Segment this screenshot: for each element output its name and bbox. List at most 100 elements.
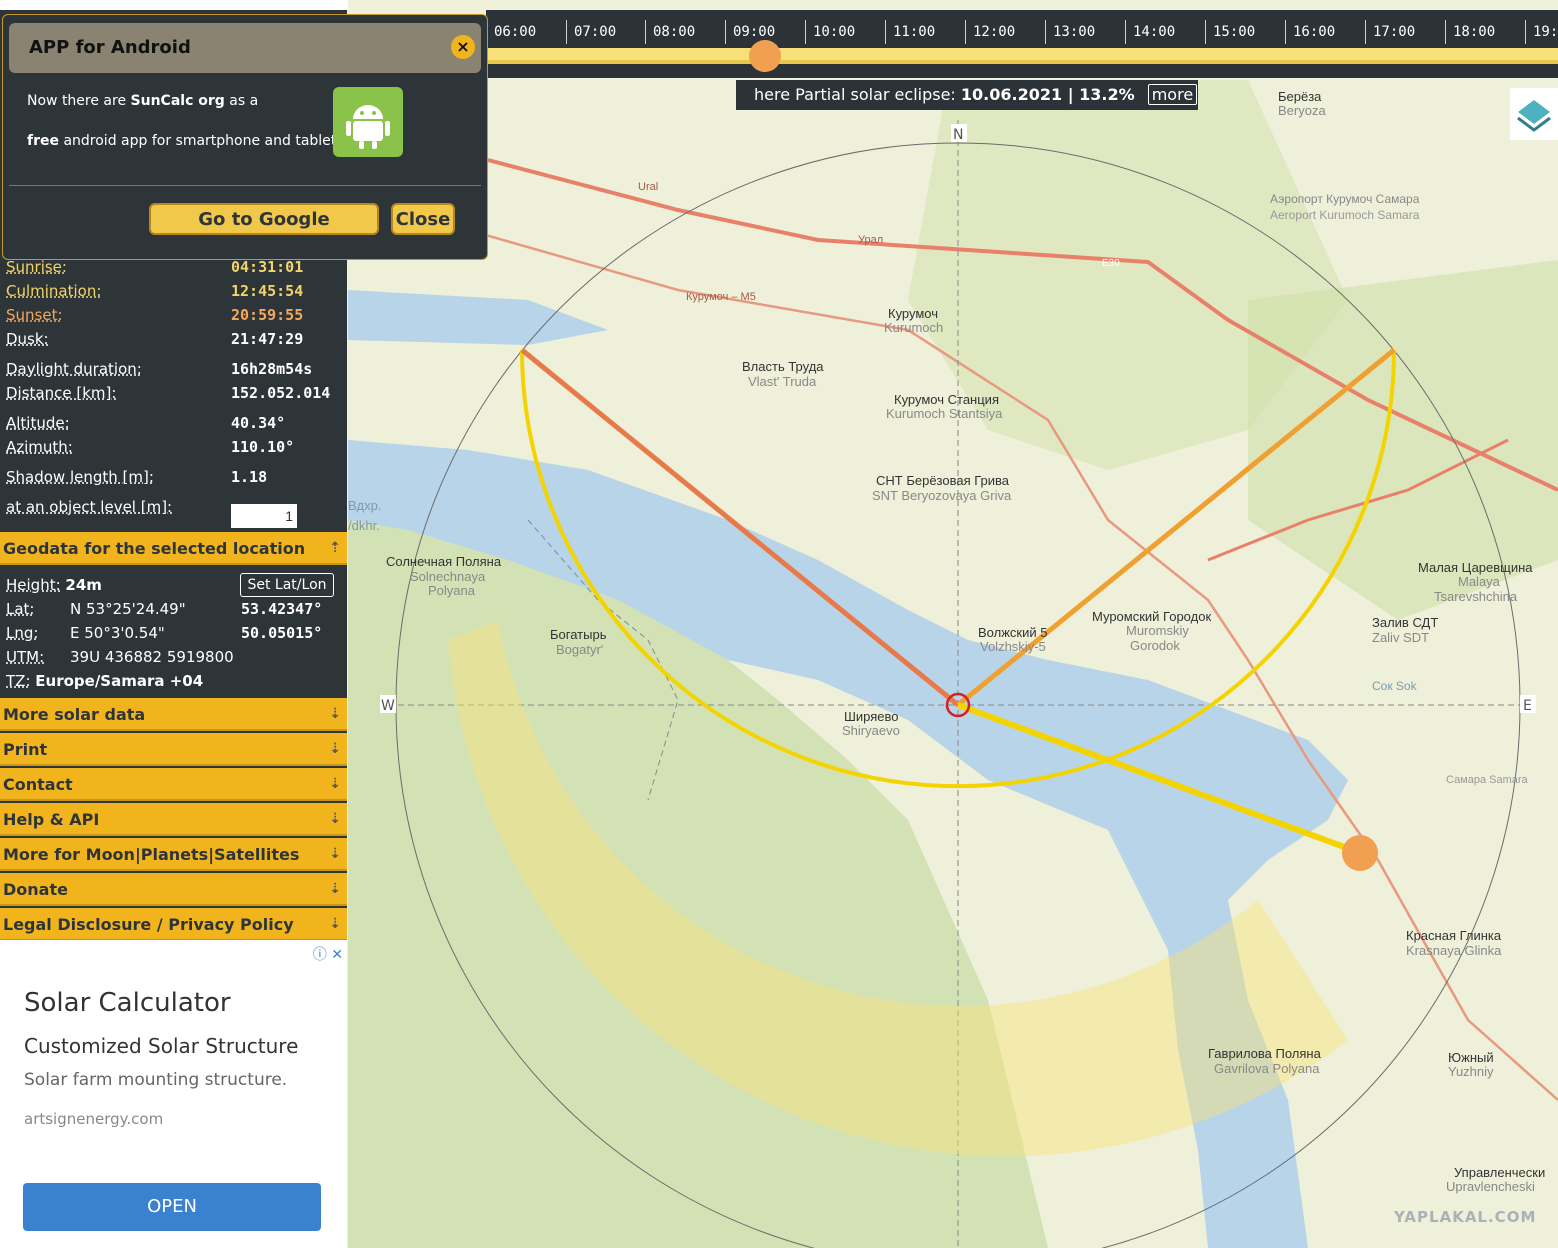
hour-label: 12:00 <box>965 20 1015 44</box>
label-m5: Курумоч – M5 <box>686 291 756 303</box>
label-gavr-ru: Гаврилова Поляна <box>1208 1046 1322 1061</box>
label-uprav-ru: Управленчески <box>1454 1165 1545 1180</box>
eclipse-prefix: here Partial solar eclipse: <box>754 85 956 104</box>
label-sol-ru: Солнечная Поляна <box>386 554 502 569</box>
shadow-value: 1.18 <box>231 468 268 486</box>
ad-info-close-icon[interactable]: ⓘ ✕ <box>313 944 343 964</box>
object-level-input[interactable] <box>231 504 297 528</box>
ad-title[interactable]: Solar Calculator <box>24 988 231 1018</box>
chevron-down-icon: ⇣ <box>329 846 341 862</box>
section-label: Contact <box>3 775 73 794</box>
hour-label: 19: <box>1525 20 1558 44</box>
hour-label: 18:00 <box>1445 20 1495 44</box>
compass-n: N <box>953 127 963 143</box>
azimuth-value: 110.10° <box>231 438 295 456</box>
label-shir-ru: Ширяево <box>844 709 899 724</box>
culmination-label[interactable]: Culmination: <box>6 282 101 300</box>
close-icon[interactable]: × <box>451 35 475 59</box>
sunset-label[interactable]: Sunset: <box>6 306 63 324</box>
distance-label[interactable]: Distance [km]: <box>6 384 116 402</box>
label-e30: E30 <box>1102 258 1120 269</box>
label-volzh-en: Volzhskiy-5 <box>980 639 1046 654</box>
label-volzh-ru: Волжский 5 <box>978 625 1047 640</box>
label-murom-en2: Gorodok <box>1130 638 1180 653</box>
set-latlon-button[interactable]: Set Lat/Lon <box>240 573 334 597</box>
label-krasn-en: Krasnaya Glinka <box>1406 943 1502 958</box>
lng-decimal: 50.05015° <box>241 624 323 642</box>
lat-label[interactable]: Lat: <box>6 600 34 618</box>
daylight-label[interactable]: Daylight duration: <box>6 360 142 378</box>
time-slider[interactable]: 06:00 07:00 08:00 09:00 10:00 11:00 12:0… <box>486 10 1558 78</box>
label-kstan-en: Kurumoch Stantsiya <box>886 406 1003 421</box>
shadow-label[interactable]: Shadow length [m]: <box>6 468 154 486</box>
object-level-label[interactable]: at an object level [m]: <box>6 498 172 516</box>
section-more-solar-data[interactable]: More solar data ⇣ <box>0 698 347 731</box>
time-slider-handle[interactable] <box>749 40 781 72</box>
height-label[interactable]: Height: <box>6 576 61 594</box>
eclipse-more-link[interactable]: more <box>1147 84 1198 105</box>
hour-label: 10:00 <box>805 20 855 44</box>
dusk-label[interactable]: Dusk: <box>6 330 49 348</box>
popup-close-button[interactable]: Close <box>391 203 455 235</box>
ad-subtitle[interactable]: Customized Solar Structure <box>24 1034 298 1058</box>
hour-label: 17:00 <box>1365 20 1415 44</box>
ad-open-button[interactable]: OPEN <box>23 1183 321 1231</box>
compass-w: W <box>381 698 395 714</box>
map-svg[interactable]: N W E Берёза Beryoza Аэропорт Курумоч Са… <box>348 0 1558 1248</box>
geodata-title: Geodata for the selected location <box>3 539 306 558</box>
sunrise-label[interactable]: Sunrise: <box>6 258 67 276</box>
label-murom-en: Muromskiy <box>1126 623 1189 638</box>
section-contact[interactable]: Contact ⇣ <box>0 768 347 801</box>
time-track-shade <box>486 60 1558 64</box>
altitude-label[interactable]: Altitude: <box>6 414 70 432</box>
section-print[interactable]: Print ⇣ <box>0 733 347 766</box>
section-moon-planets[interactable]: More for Moon|Planets|Satellites ⇣ <box>0 838 347 871</box>
layers-icon <box>1517 100 1551 132</box>
section-legal[interactable]: Legal Disclosure / Privacy Policy ⇣ <box>0 908 347 941</box>
section-donate[interactable]: Donate ⇣ <box>0 873 347 906</box>
label-malaya-ru: Малая Царевщина <box>1418 560 1533 575</box>
ad-url[interactable]: artsignenergy.com <box>24 1110 163 1128</box>
label-sok: Сок Sok <box>1372 679 1418 693</box>
label-zaliv-ru: Залив СДТ <box>1372 615 1438 630</box>
playstore-button[interactable]: Go to Google PlayStore <box>149 203 379 260</box>
tz-label[interactable]: TZ: <box>6 672 31 690</box>
lat-dms: N 53°25'24.49" <box>70 600 186 618</box>
android-icon[interactable] <box>333 87 403 157</box>
utm-value: 39U 436882 5919800 <box>70 648 234 666</box>
watermark: YAPLAKAL.COM <box>1394 1208 1537 1226</box>
tz-value: Europe/Samara +04 <box>35 672 204 690</box>
time-track[interactable] <box>486 48 1558 60</box>
advertisement[interactable]: ⓘ ✕ Solar Calculator Customized Solar St… <box>0 940 347 1248</box>
altitude-value: 40.34° <box>231 414 286 432</box>
android-app-popup: APP for Android × Now there are SunCalc … <box>2 14 488 260</box>
hour-label: 07:00 <box>566 20 616 44</box>
popup-line2: free android app for smartphone and tabl… <box>27 133 341 149</box>
section-label: Donate <box>3 880 68 899</box>
sun-position-marker <box>1342 835 1378 871</box>
map-canvas[interactable]: N W E Берёза Beryoza Аэропорт Курумоч Са… <box>348 0 1558 1248</box>
section-help-api[interactable]: Help & API ⇣ <box>0 803 347 836</box>
layers-button[interactable] <box>1510 88 1558 140</box>
label-vdkh: Вдхр. <box>348 498 381 513</box>
hour-label: 16:00 <box>1285 20 1335 44</box>
label-bog-ru: Богатырь <box>550 627 607 642</box>
label-vdkh2: /dkhr. <box>348 518 380 533</box>
chevron-down-icon: ⇣ <box>329 741 341 757</box>
label-ural: Ural <box>638 181 658 193</box>
section-label: Print <box>3 740 48 759</box>
label-yuzh-en: Yuzhniy <box>1448 1064 1494 1079</box>
label-kstan-ru: Курумоч Станция <box>894 392 999 407</box>
chevron-down-icon: ⇣ <box>329 706 341 722</box>
utm-label[interactable]: UTM: <box>6 648 44 666</box>
label-ural2: Урал <box>858 234 883 246</box>
compass-e: E <box>1523 698 1532 714</box>
lng-label[interactable]: Lng: <box>6 624 38 642</box>
chevron-down-icon: ⇣ <box>329 916 341 932</box>
geodata-header[interactable]: Geodata for the selected location ⇡ <box>0 532 347 565</box>
chevron-up-icon: ⇡ <box>329 540 341 556</box>
azimuth-label[interactable]: Azimuth: <box>6 438 73 456</box>
popup-title: APP for Android <box>9 23 481 73</box>
label-samara: Самара Samara <box>1446 774 1529 786</box>
label-gavr-en: Gavrilova Polyana <box>1214 1061 1320 1076</box>
